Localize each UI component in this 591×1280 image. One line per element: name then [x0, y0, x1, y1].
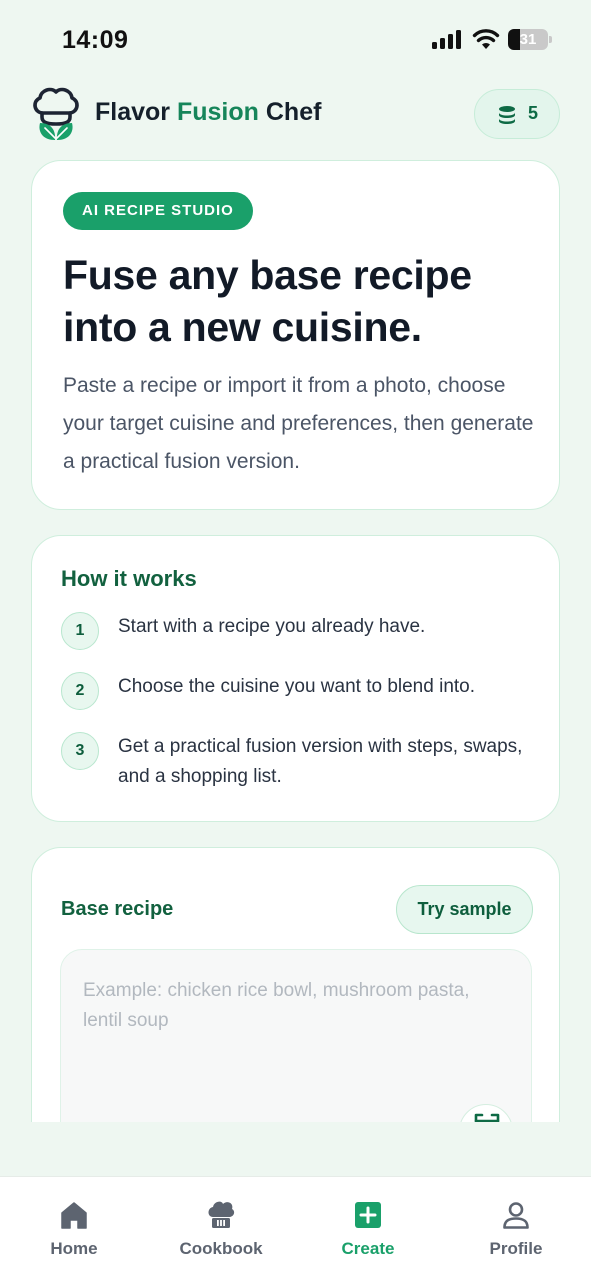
- step-text: Choose the cuisine you want to blend int…: [118, 676, 476, 697]
- credits-count: 5: [528, 103, 539, 123]
- status-bar: 14:09 31: [0, 0, 591, 80]
- step-text: Start with a recipe you already have.: [118, 616, 426, 637]
- battery-icon: 31: [508, 29, 552, 50]
- base-recipe-title: Base recipe: [61, 898, 174, 920]
- base-recipe-card: Base recipe Try sample Example: chicken …: [31, 847, 560, 1159]
- chef-hat-leaf-icon: [33, 87, 79, 140]
- nav-create-label: Create: [341, 1239, 395, 1258]
- user-icon: [503, 1202, 529, 1229]
- app-title-part-2: Chef: [258, 98, 322, 126]
- credits-button[interactable]: 5: [474, 89, 560, 139]
- wifi-icon: [472, 29, 500, 49]
- ai-studio-badge: AI RECIPE STUDIO: [63, 192, 253, 230]
- battery-level: 31: [519, 31, 537, 48]
- try-sample-button[interactable]: Try sample: [396, 885, 533, 934]
- app-title-part-1: Flavor: [95, 98, 177, 126]
- database-icon: [499, 106, 515, 124]
- nav-profile[interactable]: Profile: [461, 1197, 571, 1258]
- hero-card: AI RECIPE STUDIO Fuse any base recipe in…: [31, 160, 560, 510]
- app-title: Flavor Fusion Chef: [95, 98, 321, 127]
- nav-profile-label: Profile: [489, 1239, 543, 1258]
- base-recipe-placeholder: Example: chicken rice bowl, mushroom pas…: [83, 980, 470, 1031]
- hero-description: Paste a recipe or import it from a photo…: [63, 374, 534, 473]
- scroll-mask: [0, 1122, 591, 1176]
- nav-cookbook[interactable]: Cookbook: [166, 1197, 276, 1258]
- home-icon: [61, 1202, 87, 1229]
- step-number: 2: [61, 672, 99, 710]
- bottom-nav: Home Cookbook Create Profile: [0, 1176, 591, 1280]
- nav-create[interactable]: Create: [313, 1197, 423, 1258]
- step-number: 1: [61, 612, 99, 650]
- app-header: Flavor Fusion Chef 5: [0, 84, 591, 146]
- step-text: Get a practical fusion version with step…: [118, 736, 523, 787]
- status-time: 14:09: [62, 26, 129, 54]
- app-title-accent: Fusion: [176, 98, 259, 126]
- nav-cookbook-label: Cookbook: [179, 1239, 263, 1258]
- nav-home-label: Home: [50, 1239, 98, 1258]
- plus-square-icon: [355, 1202, 381, 1228]
- hero-title: Fuse any base recipe into a new cuisine.: [63, 252, 472, 350]
- step-number: 3: [61, 732, 99, 770]
- chef-hat-icon: [208, 1201, 235, 1228]
- how-it-works-card: How it works 1 Start with a recipe you a…: [31, 535, 560, 822]
- cellular-signal-icon: [432, 30, 461, 49]
- how-it-works-title: How it works: [61, 566, 197, 591]
- nav-home[interactable]: Home: [19, 1197, 129, 1258]
